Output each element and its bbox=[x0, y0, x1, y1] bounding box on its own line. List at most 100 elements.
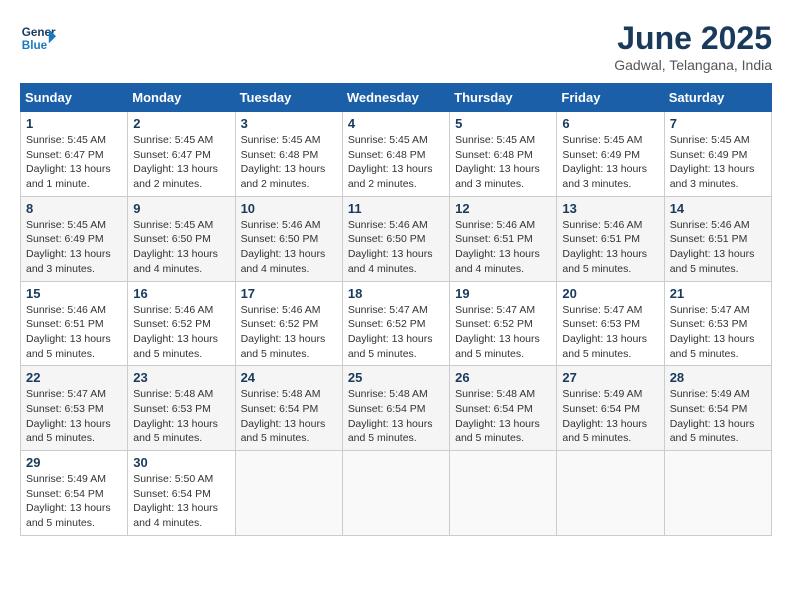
day-info: Sunrise: 5:50 AM Sunset: 6:54 PM Dayligh… bbox=[133, 473, 218, 529]
title-block: June 2025 Gadwal, Telangana, India bbox=[614, 20, 772, 73]
day-info: Sunrise: 5:47 AM Sunset: 6:53 PM Dayligh… bbox=[26, 388, 111, 444]
day-number: 24 bbox=[241, 370, 337, 385]
day-number: 26 bbox=[455, 370, 551, 385]
day-info: Sunrise: 5:45 AM Sunset: 6:49 PM Dayligh… bbox=[562, 134, 647, 190]
day-info: Sunrise: 5:45 AM Sunset: 6:49 PM Dayligh… bbox=[670, 134, 755, 190]
table-cell bbox=[342, 451, 449, 536]
header-tuesday: Tuesday bbox=[235, 84, 342, 112]
day-number: 15 bbox=[26, 286, 122, 301]
day-info: Sunrise: 5:47 AM Sunset: 6:53 PM Dayligh… bbox=[670, 304, 755, 360]
table-cell: 3 Sunrise: 5:45 AM Sunset: 6:48 PM Dayli… bbox=[235, 112, 342, 197]
calendar-row: 22 Sunrise: 5:47 AM Sunset: 6:53 PM Dayl… bbox=[21, 366, 772, 451]
day-info: Sunrise: 5:47 AM Sunset: 6:52 PM Dayligh… bbox=[348, 304, 433, 360]
day-number: 20 bbox=[562, 286, 658, 301]
day-number: 25 bbox=[348, 370, 444, 385]
calendar-row: 29 Sunrise: 5:49 AM Sunset: 6:54 PM Dayl… bbox=[21, 451, 772, 536]
day-number: 2 bbox=[133, 116, 229, 131]
day-number: 1 bbox=[26, 116, 122, 131]
header-sunday: Sunday bbox=[21, 84, 128, 112]
day-info: Sunrise: 5:46 AM Sunset: 6:51 PM Dayligh… bbox=[670, 219, 755, 275]
logo-icon: General Blue bbox=[20, 20, 56, 56]
day-number: 9 bbox=[133, 201, 229, 216]
day-info: Sunrise: 5:49 AM Sunset: 6:54 PM Dayligh… bbox=[670, 388, 755, 444]
table-cell: 7 Sunrise: 5:45 AM Sunset: 6:49 PM Dayli… bbox=[664, 112, 771, 197]
table-cell: 13 Sunrise: 5:46 AM Sunset: 6:51 PM Dayl… bbox=[557, 196, 664, 281]
day-number: 21 bbox=[670, 286, 766, 301]
day-info: Sunrise: 5:46 AM Sunset: 6:52 PM Dayligh… bbox=[241, 304, 326, 360]
day-number: 6 bbox=[562, 116, 658, 131]
day-number: 28 bbox=[670, 370, 766, 385]
day-number: 18 bbox=[348, 286, 444, 301]
day-number: 14 bbox=[670, 201, 766, 216]
header-friday: Friday bbox=[557, 84, 664, 112]
day-info: Sunrise: 5:46 AM Sunset: 6:50 PM Dayligh… bbox=[241, 219, 326, 275]
table-cell: 10 Sunrise: 5:46 AM Sunset: 6:50 PM Dayl… bbox=[235, 196, 342, 281]
table-cell: 19 Sunrise: 5:47 AM Sunset: 6:52 PM Dayl… bbox=[450, 281, 557, 366]
day-number: 23 bbox=[133, 370, 229, 385]
header-thursday: Thursday bbox=[450, 84, 557, 112]
day-info: Sunrise: 5:45 AM Sunset: 6:47 PM Dayligh… bbox=[133, 134, 218, 190]
day-info: Sunrise: 5:45 AM Sunset: 6:48 PM Dayligh… bbox=[241, 134, 326, 190]
calendar-header-row: Sunday Monday Tuesday Wednesday Thursday… bbox=[21, 84, 772, 112]
day-info: Sunrise: 5:48 AM Sunset: 6:54 PM Dayligh… bbox=[455, 388, 540, 444]
table-cell bbox=[450, 451, 557, 536]
day-number: 19 bbox=[455, 286, 551, 301]
table-cell bbox=[235, 451, 342, 536]
table-cell: 29 Sunrise: 5:49 AM Sunset: 6:54 PM Dayl… bbox=[21, 451, 128, 536]
day-number: 17 bbox=[241, 286, 337, 301]
table-cell: 1 Sunrise: 5:45 AM Sunset: 6:47 PM Dayli… bbox=[21, 112, 128, 197]
table-cell: 4 Sunrise: 5:45 AM Sunset: 6:48 PM Dayli… bbox=[342, 112, 449, 197]
table-cell: 6 Sunrise: 5:45 AM Sunset: 6:49 PM Dayli… bbox=[557, 112, 664, 197]
day-number: 4 bbox=[348, 116, 444, 131]
day-number: 16 bbox=[133, 286, 229, 301]
day-info: Sunrise: 5:45 AM Sunset: 6:48 PM Dayligh… bbox=[348, 134, 433, 190]
day-number: 13 bbox=[562, 201, 658, 216]
day-number: 22 bbox=[26, 370, 122, 385]
day-number: 5 bbox=[455, 116, 551, 131]
table-cell: 27 Sunrise: 5:49 AM Sunset: 6:54 PM Dayl… bbox=[557, 366, 664, 451]
table-cell: 25 Sunrise: 5:48 AM Sunset: 6:54 PM Dayl… bbox=[342, 366, 449, 451]
day-number: 12 bbox=[455, 201, 551, 216]
table-cell: 18 Sunrise: 5:47 AM Sunset: 6:52 PM Dayl… bbox=[342, 281, 449, 366]
table-cell: 20 Sunrise: 5:47 AM Sunset: 6:53 PM Dayl… bbox=[557, 281, 664, 366]
day-info: Sunrise: 5:47 AM Sunset: 6:53 PM Dayligh… bbox=[562, 304, 647, 360]
day-info: Sunrise: 5:45 AM Sunset: 6:49 PM Dayligh… bbox=[26, 219, 111, 275]
day-number: 8 bbox=[26, 201, 122, 216]
day-info: Sunrise: 5:49 AM Sunset: 6:54 PM Dayligh… bbox=[562, 388, 647, 444]
table-cell: 9 Sunrise: 5:45 AM Sunset: 6:50 PM Dayli… bbox=[128, 196, 235, 281]
header-monday: Monday bbox=[128, 84, 235, 112]
day-info: Sunrise: 5:46 AM Sunset: 6:51 PM Dayligh… bbox=[562, 219, 647, 275]
location: Gadwal, Telangana, India bbox=[614, 57, 772, 73]
table-cell: 16 Sunrise: 5:46 AM Sunset: 6:52 PM Dayl… bbox=[128, 281, 235, 366]
day-number: 27 bbox=[562, 370, 658, 385]
calendar-row: 15 Sunrise: 5:46 AM Sunset: 6:51 PM Dayl… bbox=[21, 281, 772, 366]
day-info: Sunrise: 5:45 AM Sunset: 6:48 PM Dayligh… bbox=[455, 134, 540, 190]
day-info: Sunrise: 5:46 AM Sunset: 6:50 PM Dayligh… bbox=[348, 219, 433, 275]
day-number: 29 bbox=[26, 455, 122, 470]
month-title: June 2025 bbox=[614, 20, 772, 57]
table-cell: 21 Sunrise: 5:47 AM Sunset: 6:53 PM Dayl… bbox=[664, 281, 771, 366]
day-info: Sunrise: 5:45 AM Sunset: 6:50 PM Dayligh… bbox=[133, 219, 218, 275]
table-cell: 14 Sunrise: 5:46 AM Sunset: 6:51 PM Dayl… bbox=[664, 196, 771, 281]
header-saturday: Saturday bbox=[664, 84, 771, 112]
day-number: 3 bbox=[241, 116, 337, 131]
table-cell: 28 Sunrise: 5:49 AM Sunset: 6:54 PM Dayl… bbox=[664, 366, 771, 451]
day-info: Sunrise: 5:45 AM Sunset: 6:47 PM Dayligh… bbox=[26, 134, 111, 190]
day-info: Sunrise: 5:46 AM Sunset: 6:52 PM Dayligh… bbox=[133, 304, 218, 360]
calendar-body: 1 Sunrise: 5:45 AM Sunset: 6:47 PM Dayli… bbox=[21, 112, 772, 536]
table-cell: 23 Sunrise: 5:48 AM Sunset: 6:53 PM Dayl… bbox=[128, 366, 235, 451]
header-wednesday: Wednesday bbox=[342, 84, 449, 112]
table-cell: 5 Sunrise: 5:45 AM Sunset: 6:48 PM Dayli… bbox=[450, 112, 557, 197]
table-cell bbox=[664, 451, 771, 536]
day-info: Sunrise: 5:46 AM Sunset: 6:51 PM Dayligh… bbox=[455, 219, 540, 275]
table-cell: 26 Sunrise: 5:48 AM Sunset: 6:54 PM Dayl… bbox=[450, 366, 557, 451]
calendar-table: Sunday Monday Tuesday Wednesday Thursday… bbox=[20, 83, 772, 536]
table-cell: 2 Sunrise: 5:45 AM Sunset: 6:47 PM Dayli… bbox=[128, 112, 235, 197]
day-number: 30 bbox=[133, 455, 229, 470]
day-info: Sunrise: 5:49 AM Sunset: 6:54 PM Dayligh… bbox=[26, 473, 111, 529]
day-number: 7 bbox=[670, 116, 766, 131]
calendar-row: 1 Sunrise: 5:45 AM Sunset: 6:47 PM Dayli… bbox=[21, 112, 772, 197]
table-cell: 15 Sunrise: 5:46 AM Sunset: 6:51 PM Dayl… bbox=[21, 281, 128, 366]
table-cell: 22 Sunrise: 5:47 AM Sunset: 6:53 PM Dayl… bbox=[21, 366, 128, 451]
logo: General Blue bbox=[20, 20, 56, 56]
